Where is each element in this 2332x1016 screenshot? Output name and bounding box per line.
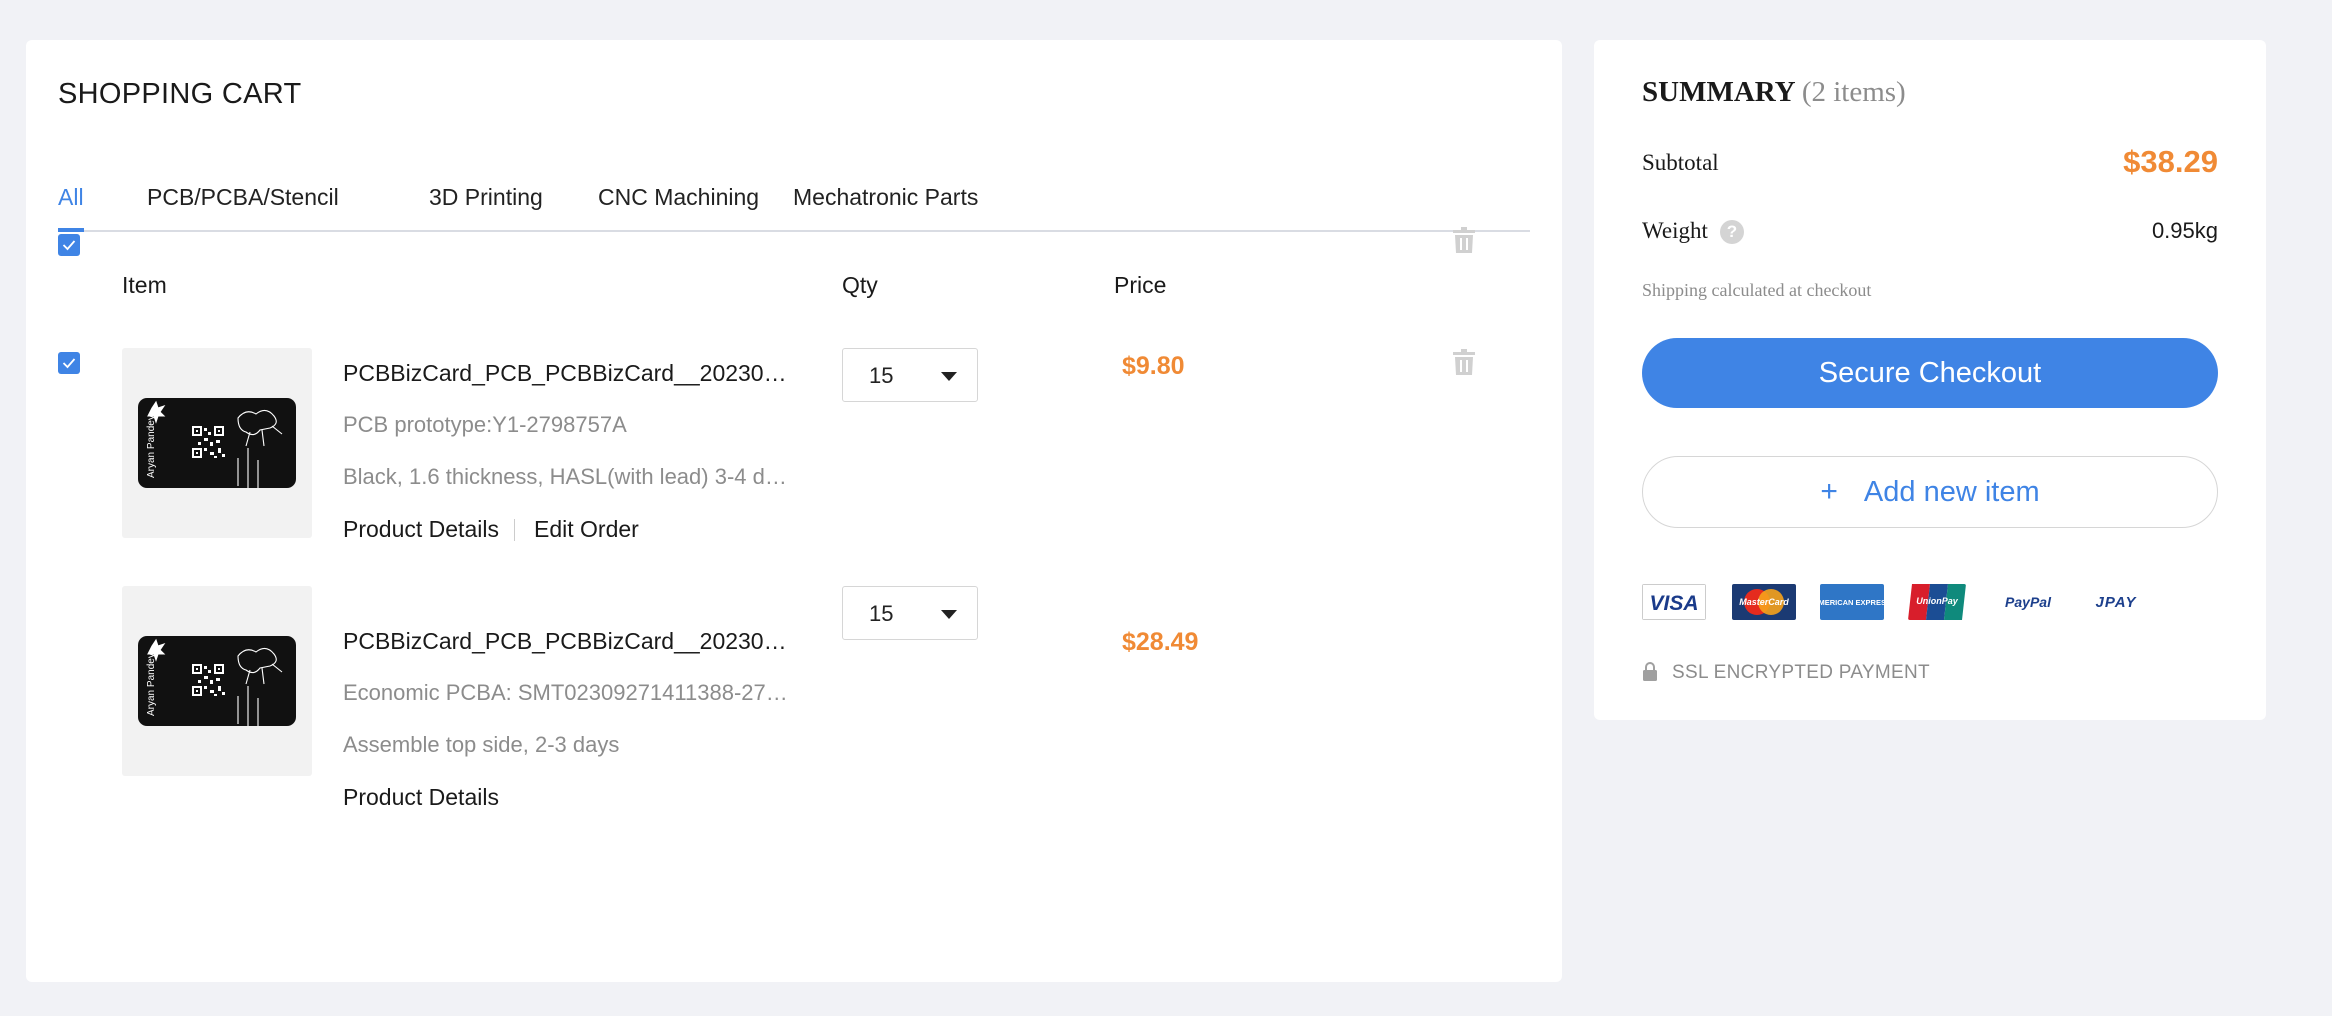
shopping-cart-panel: SHOPPING CART All PCB/PCBA/Stencil 3D Pr… (26, 40, 1562, 982)
svg-text:JPAY: JPAY (2096, 594, 2138, 611)
product-spec: PCB prototype:Y1-2798757A (343, 412, 627, 437)
shipping-note: Shipping calculated at checkout (1642, 280, 1872, 300)
page-title: SHOPPING CART (58, 78, 302, 110)
trash-icon (1453, 349, 1475, 375)
quantity-value: 15 (869, 363, 894, 388)
link-divider (514, 519, 515, 541)
item-price: $9.80 (1122, 352, 1185, 380)
product-thumbnail[interactable]: Aryan Pandey (122, 586, 312, 776)
check-icon (62, 358, 76, 369)
product-name[interactable]: PCBBizCard_PCB_PCBBizCard__2023092714... (343, 360, 793, 387)
svg-text:UnionPay: UnionPay (1916, 596, 1959, 606)
product-details-link[interactable]: Product Details (343, 784, 499, 811)
delete-item-button[interactable] (1452, 348, 1476, 381)
pcb-card-image: Aryan Pandey (138, 398, 296, 488)
category-tabs: All PCB/PCBA/Stencil 3D Printing CNC Mac… (58, 146, 1530, 232)
quantity-select[interactable]: 15 (842, 348, 978, 402)
summary-item-count: (2 items) (1801, 76, 1906, 108)
subtotal-label: Subtotal (1642, 150, 1719, 175)
tab-3d-printing[interactable]: 3D Printing (429, 184, 543, 211)
pcb-card-label: Aryan Pandey (146, 415, 157, 478)
jpay-logo-icon: JPAY (2096, 594, 2138, 611)
svg-text:MasterCard: MasterCard (1739, 597, 1789, 607)
pcb-card-label: Aryan Pandey (146, 653, 157, 716)
unionpay-logo-icon: UnionPay (1908, 584, 1966, 620)
tab-cnc-machining[interactable]: CNC Machining (598, 184, 759, 211)
caret-down-icon (941, 610, 957, 619)
product-thumbnail[interactable]: Aryan Pandey (122, 348, 312, 538)
item-price: $28.49 (1122, 628, 1199, 656)
quantity-select[interactable]: 15 (842, 586, 978, 640)
paypal-logo-icon: PayPal (2005, 594, 2052, 610)
column-header-price: Price (1114, 272, 1167, 298)
column-header-item: Item (122, 272, 167, 298)
order-summary-panel: SUMMARY (2 items) Subtotal $38.29 Weight… (1594, 40, 2266, 720)
help-icon[interactable]: ? (1720, 220, 1744, 244)
weight-label: Weight (1642, 218, 1708, 243)
product-details-link[interactable]: Product Details (343, 516, 499, 543)
product-options: Black, 1.6 thickness, HASL(with lead) 3-… (343, 464, 793, 489)
caret-down-icon (941, 372, 957, 381)
mastercard-logo-icon: MasterCard (1732, 584, 1796, 620)
column-header-qty: Qty (842, 272, 878, 298)
select-all-checkbox[interactable] (58, 234, 80, 256)
summary-title: SUMMARY (2 items) (1642, 76, 1906, 109)
tab-mechatronic-parts[interactable]: Mechatronic Parts (793, 184, 978, 211)
american-express-logo-icon: AMERICAN EXPRESS (1820, 584, 1884, 620)
quantity-value: 15 (869, 601, 894, 626)
product-options: Assemble top side, 2-3 days (343, 732, 620, 757)
trash-icon (1453, 227, 1475, 253)
svg-text:PayPal: PayPal (2005, 594, 2052, 610)
delete-selected-button[interactable] (1452, 226, 1476, 259)
check-icon (62, 240, 76, 251)
pcb-artwork: Aryan Pandey (146, 400, 283, 488)
lock-icon (1643, 662, 1657, 681)
add-new-item-label: Add new item (1863, 476, 2040, 508)
product-name[interactable]: PCBBizCard_PCB_PCBBizCard__2023092714... (343, 628, 793, 655)
plus-icon: + (1820, 475, 1838, 508)
secure-checkout-button[interactable]: Secure Checkout (1642, 338, 2218, 408)
add-new-item-button[interactable]: + Add new item (1642, 456, 2218, 528)
active-tab-indicator (58, 228, 84, 232)
ssl-encrypted-payment-label: SSL ENCRYPTED PAYMENT (1672, 662, 1930, 683)
pcb-artwork: Aryan Pandey (146, 638, 283, 726)
svg-text:VISA: VISA (1649, 592, 1698, 615)
subtotal-value: $38.29 (2123, 144, 2218, 179)
edit-order-link[interactable]: Edit Order (534, 516, 639, 543)
summary-heading: SUMMARY (1642, 76, 1795, 108)
pcb-card-image: Aryan Pandey (138, 636, 296, 726)
weight-value: 0.95kg (2151, 218, 2218, 243)
item-checkbox[interactable] (58, 352, 80, 374)
visa-logo-icon: VISA (1642, 584, 1706, 620)
product-spec: Economic PCBA: SMT02309271411388-2798757 (343, 680, 793, 705)
tab-all[interactable]: All (58, 184, 84, 211)
tab-pcb-pcba-stencil[interactable]: PCB/PCBA/Stencil (147, 184, 339, 211)
svg-text:AMERICAN EXPRESS: AMERICAN EXPRESS (1820, 598, 1884, 607)
